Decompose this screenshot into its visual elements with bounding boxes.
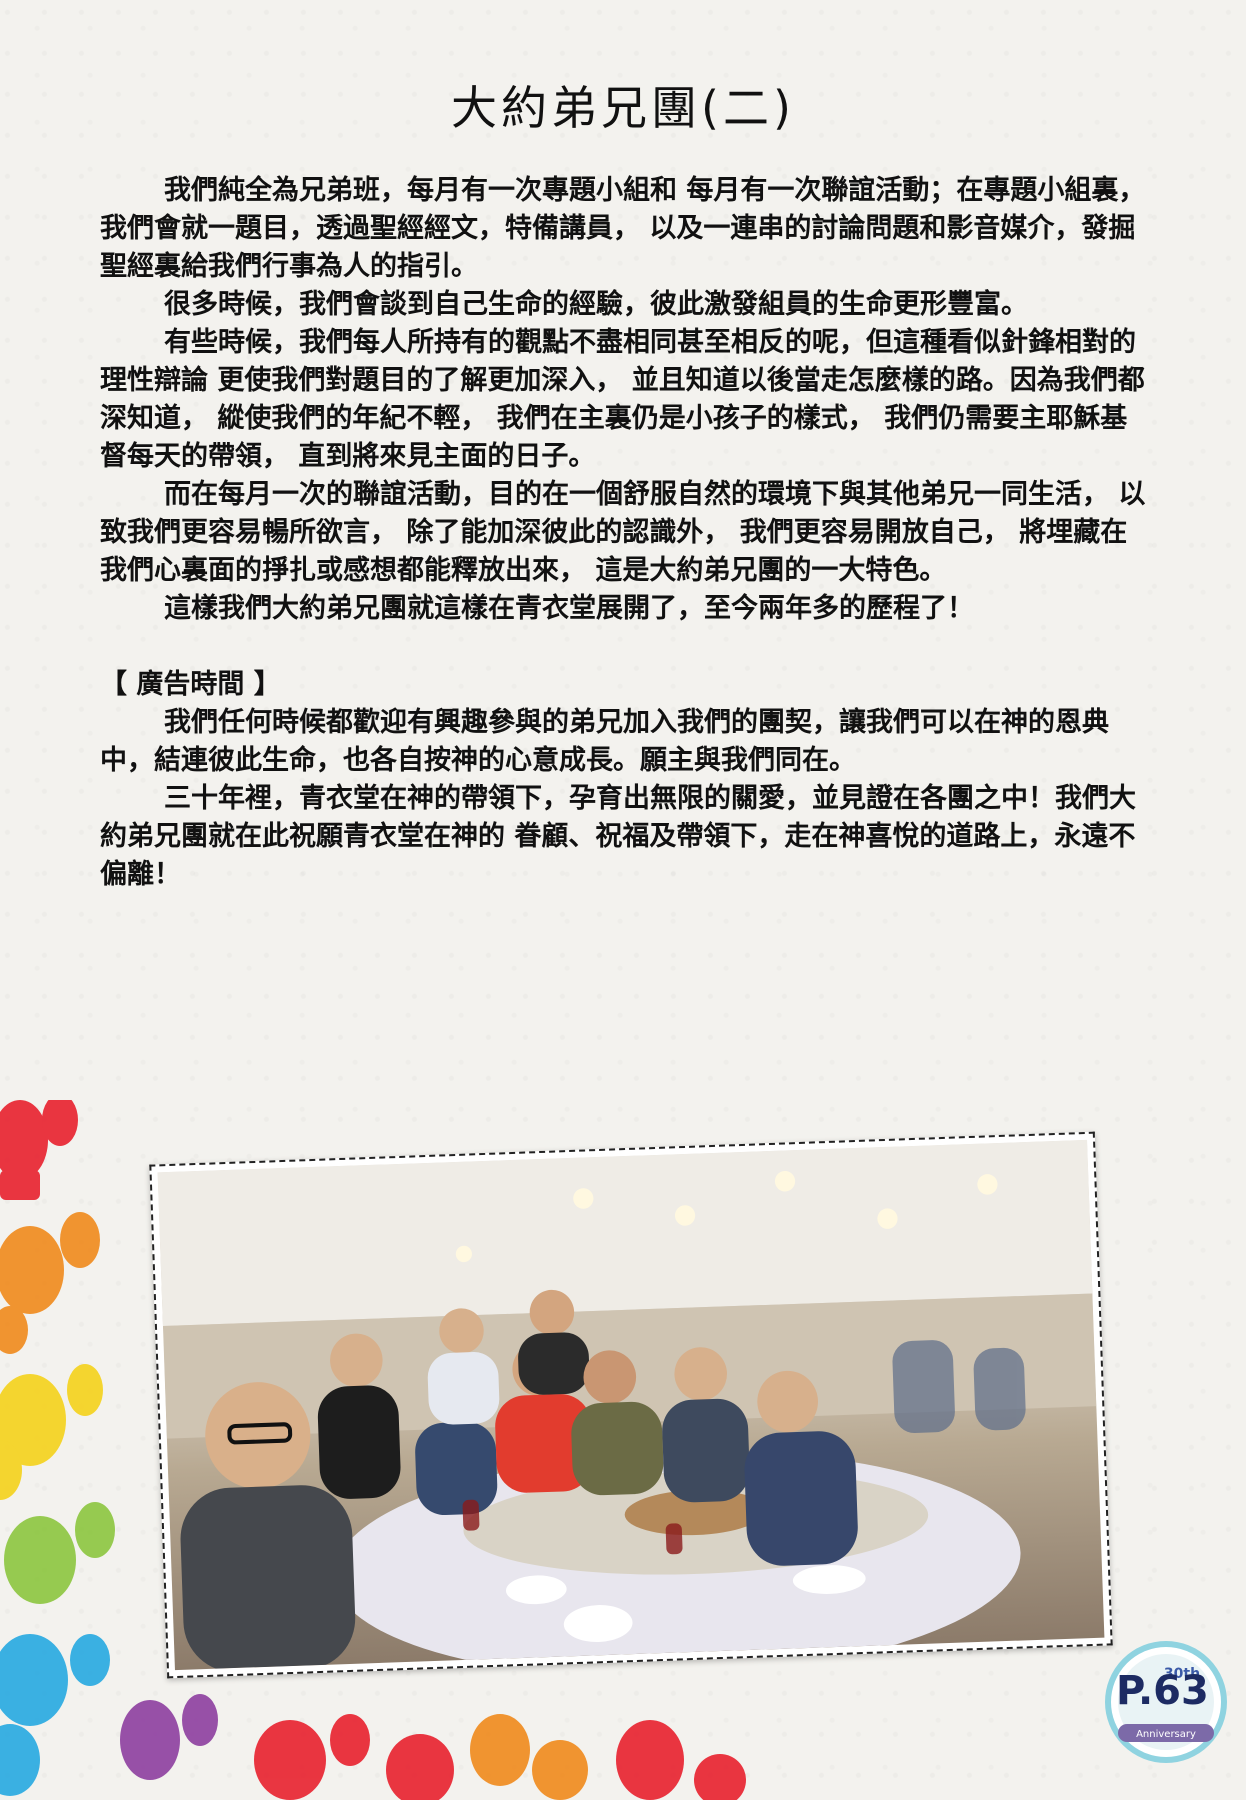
paragraph: 很多時候，我們會談到自己生命的經驗，彼此激發組員的生命更形豐富。 xyxy=(164,289,1028,320)
page-title: 大約弟兄團(二) xyxy=(451,81,795,135)
paragraph: 這樣我們大約弟兄團就這樣在青衣堂展開了，至今兩年多的歷程了！ xyxy=(164,593,974,624)
paragraph: 有些時候，我們每人所持有的觀點不盡相同甚至相反的呢，但這種看似針鋒相對的理性辯論… xyxy=(100,327,1145,472)
paragraph: 而在每月一次的聯誼活動，目的在一個舒服自然的環境下與其他弟兄一同生活， 以致我們… xyxy=(100,479,1146,586)
photo-illustration xyxy=(157,1139,1097,1671)
ad-paragraph: 三十年裡，青衣堂在神的帶領下，孕育出無限的關愛，並見證在各團之中！我們大約弟兄團… xyxy=(100,783,1136,890)
ad-paragraph: 我們任何時候都歡迎有興趣參與的弟兄加入我們的團契，讓我們可以在神的恩典中，結連彼… xyxy=(100,707,1109,776)
page-number: P.63 xyxy=(1116,1668,1209,1714)
article-body: 我們純全為兄弟班，每月有一次專題小組和 每月有一次聯誼活動；在專題小組裏，我們會… xyxy=(100,172,1150,894)
ad-heading: 【 廣告時間 】 xyxy=(100,669,281,700)
paragraph: 我們純全為兄弟班，每月有一次專題小組和 每月有一次聯誼活動；在專題小組裏，我們會… xyxy=(100,175,1146,282)
group-photo xyxy=(157,1139,1105,1671)
badge-ribbon-text: Anniversary xyxy=(1136,1729,1196,1740)
photo-frame xyxy=(149,1131,1113,1679)
